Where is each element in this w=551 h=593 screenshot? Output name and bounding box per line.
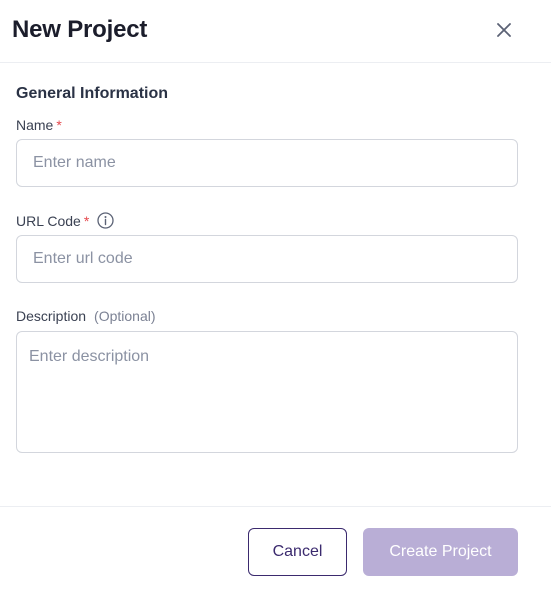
section-title: General Information — [16, 85, 169, 102]
close-button[interactable] — [490, 16, 518, 44]
modal-title: New Project — [12, 16, 148, 43]
info-icon[interactable] — [97, 212, 114, 229]
required-marker: * — [56, 117, 62, 133]
name-label-row: Name * — [16, 117, 62, 133]
required-marker: * — [83, 212, 90, 229]
new-project-modal: New Project General Information Name * U… — [0, 0, 551, 593]
cancel-button[interactable]: Cancel — [248, 528, 347, 576]
optional-hint: (Optional) — [94, 308, 156, 324]
description-textarea[interactable] — [16, 331, 518, 453]
name-label: Name — [16, 117, 54, 133]
modal-footer: Cancel Create Project — [0, 506, 551, 593]
url-code-input[interactable] — [16, 235, 518, 283]
create-project-button[interactable]: Create Project — [363, 528, 518, 576]
modal-header: New Project — [0, 0, 551, 63]
close-icon — [497, 23, 511, 37]
description-label: Description — [16, 308, 87, 324]
url-code-label-row: URL Code * — [16, 212, 114, 229]
url-code-label: URL Code — [16, 212, 81, 229]
name-input[interactable] — [16, 139, 518, 187]
description-label-row: Description (Optional) — [16, 308, 156, 324]
